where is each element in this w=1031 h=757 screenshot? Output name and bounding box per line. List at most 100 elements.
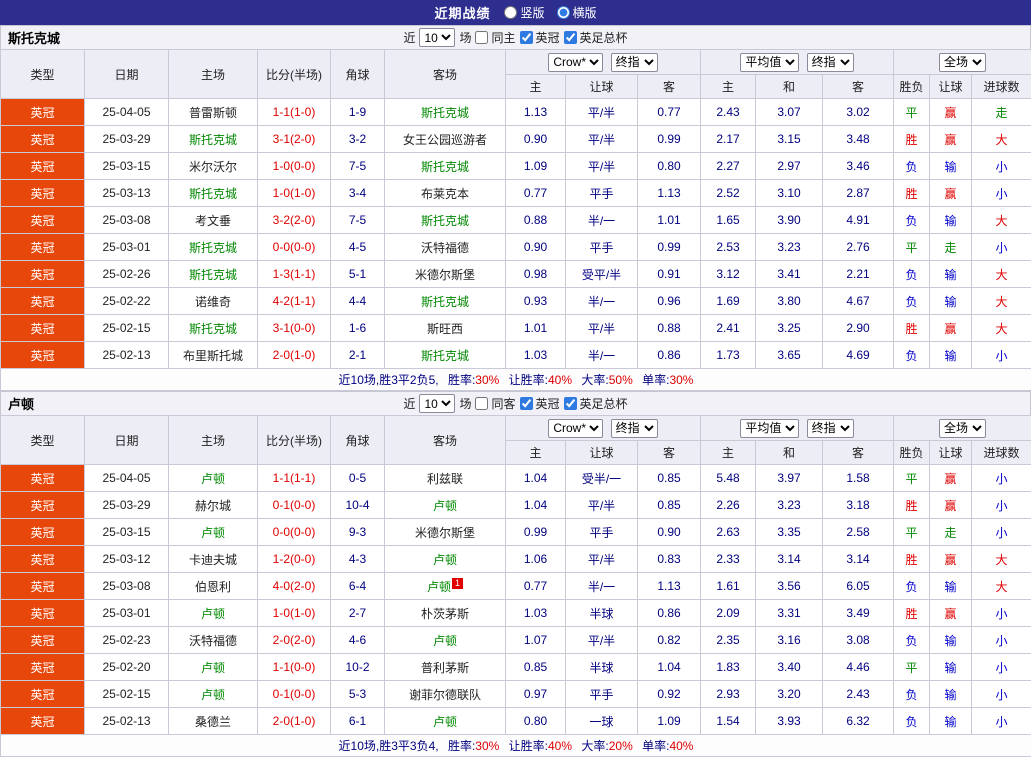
- result-outcome: 负: [894, 627, 930, 654]
- avg-time-select[interactable]: 终指: [807, 419, 854, 438]
- odds-handicap: 平/半: [566, 315, 638, 342]
- recent-count-select[interactable]: 10: [419, 28, 455, 47]
- odds-time-select[interactable]: 终指: [611, 53, 658, 72]
- odds-handicap: 一球: [566, 708, 638, 735]
- fa-cup-checkbox[interactable]: [564, 397, 577, 410]
- championship-label: 英冠: [536, 395, 560, 412]
- match-date: 25-02-13: [85, 342, 169, 369]
- avg-draw-odds: 3.10: [756, 180, 823, 207]
- handicap-win-rate-stat: 让胜率:40%: [509, 373, 572, 387]
- odds-home: 1.04: [506, 465, 566, 492]
- odds-handicap: 受平/半: [566, 261, 638, 288]
- odds-handicap: 半球: [566, 654, 638, 681]
- odd-rate-stat: 单率:40%: [642, 739, 693, 753]
- championship-filter[interactable]: 英冠: [520, 29, 560, 46]
- away-team: 卢顿: [385, 708, 506, 735]
- championship-filter[interactable]: 英冠: [520, 395, 560, 412]
- same-venue-filter[interactable]: 同客: [475, 395, 515, 412]
- league-badge: 英冠: [1, 207, 85, 234]
- half-full-score: 1-0(0-0): [258, 153, 331, 180]
- home-team: 卡迪夫城: [169, 546, 258, 573]
- avg-away-odds: 2.43: [823, 681, 894, 708]
- away-team: 布莱克本: [385, 180, 506, 207]
- league-badge: 英冠: [1, 126, 85, 153]
- avg-home-odds: 1.69: [701, 288, 756, 315]
- avg-draw-odds: 3.93: [756, 708, 823, 735]
- away-team: 斯旺西: [385, 315, 506, 342]
- result-outcome: 负: [894, 153, 930, 180]
- bookmaker-select[interactable]: Crow*: [548, 419, 603, 438]
- odds-handicap: 平/半: [566, 126, 638, 153]
- recent-count-select[interactable]: 10: [419, 394, 455, 413]
- horizontal-radio[interactable]: [557, 6, 570, 19]
- championship-checkbox[interactable]: [520, 31, 533, 44]
- sub-header-odds-away: 客: [638, 441, 701, 465]
- corner-score: 9-3: [331, 519, 385, 546]
- avg-home-odds: 2.27: [701, 153, 756, 180]
- home-team: 诺维奇: [169, 288, 258, 315]
- avg-away-odds: 2.21: [823, 261, 894, 288]
- home-team: 桑德兰: [169, 708, 258, 735]
- result-goals: 小: [972, 519, 1031, 546]
- home-team: 卢顿: [169, 519, 258, 546]
- avg-select[interactable]: 平均值: [740, 419, 799, 438]
- odds-handicap: 平/半: [566, 153, 638, 180]
- odds-home: 0.93: [506, 288, 566, 315]
- corner-score: 6-4: [331, 573, 385, 600]
- odds-handicap: 平/半: [566, 99, 638, 126]
- vertical-radio-label: 竖版: [520, 4, 544, 21]
- odds-handicap: 平手: [566, 519, 638, 546]
- odds-time-select[interactable]: 终指: [611, 419, 658, 438]
- corner-score: 10-4: [331, 492, 385, 519]
- avg-home-odds: 2.41: [701, 315, 756, 342]
- bookmaker-select[interactable]: Crow*: [548, 53, 603, 72]
- avg-time-select[interactable]: 终指: [807, 53, 854, 72]
- vertical-radio[interactable]: [504, 6, 517, 19]
- odds-home: 0.97: [506, 681, 566, 708]
- sub-header-handicap-result: 让球: [930, 441, 972, 465]
- result-handicap: 输: [930, 288, 972, 315]
- scope-select[interactable]: 全场: [939, 419, 986, 438]
- avg-draw-odds: 2.97: [756, 153, 823, 180]
- match-row: 英冠25-02-13布里斯托城2-0(1-0)2-1斯托克城1.03半/一0.8…: [1, 342, 1031, 369]
- fa-cup-filter[interactable]: 英足总杯: [564, 29, 628, 46]
- avg-away-odds: 3.49: [823, 600, 894, 627]
- result-goals: 大: [972, 126, 1031, 153]
- result-goals: 小: [972, 180, 1031, 207]
- same-venue-checkbox[interactable]: [475, 397, 488, 410]
- sub-header-avg-away: 客: [823, 75, 894, 99]
- championship-checkbox[interactable]: [520, 397, 533, 410]
- same-venue-filter[interactable]: 同主: [475, 29, 515, 46]
- scope-select[interactable]: 全场: [939, 53, 986, 72]
- sub-header-odds-handicap: 让球: [566, 441, 638, 465]
- team-header: 斯托克城 近 10 场 同主 英冠 英足总杯: [0, 25, 1031, 49]
- corner-score: 1-6: [331, 315, 385, 342]
- result-goals: 小: [972, 600, 1031, 627]
- same-venue-checkbox[interactable]: [475, 31, 488, 44]
- away-team: 斯托克城: [385, 288, 506, 315]
- sub-header-goals-result: 进球数: [972, 75, 1031, 99]
- match-row: 英冠25-04-05普雷斯顿1-1(1-0)1-9斯托克城1.13平/半0.77…: [1, 99, 1031, 126]
- match-date: 25-02-26: [85, 261, 169, 288]
- away-team: 斯托克城: [385, 153, 506, 180]
- fa-cup-filter[interactable]: 英足总杯: [564, 395, 628, 412]
- avg-home-odds: 2.33: [701, 546, 756, 573]
- avg-home-odds: 2.52: [701, 180, 756, 207]
- result-goals: 小: [972, 492, 1031, 519]
- match-date: 25-03-08: [85, 573, 169, 600]
- avg-home-odds: 2.63: [701, 519, 756, 546]
- match-date: 25-03-29: [85, 492, 169, 519]
- layout-option-vertical[interactable]: 竖版: [504, 4, 544, 21]
- layout-option-horizontal[interactable]: 横版: [557, 4, 597, 21]
- result-outcome: 负: [894, 261, 930, 288]
- odds-dropdown-cell: Crow* 终指: [506, 416, 701, 441]
- fa-cup-checkbox[interactable]: [564, 31, 577, 44]
- result-goals: 小: [972, 708, 1031, 735]
- match-row: 英冠25-02-22诺维奇4-2(1-1)4-4斯托克城0.93半/一0.961…: [1, 288, 1031, 315]
- sub-header-odds-home: 主: [506, 441, 566, 465]
- odds-home: 1.04: [506, 492, 566, 519]
- avg-select[interactable]: 平均值: [740, 53, 799, 72]
- filters-bar: 近 10 场 同主 英冠 英足总杯: [403, 28, 627, 47]
- result-outcome: 负: [894, 573, 930, 600]
- team-name: 斯托克城: [8, 28, 60, 47]
